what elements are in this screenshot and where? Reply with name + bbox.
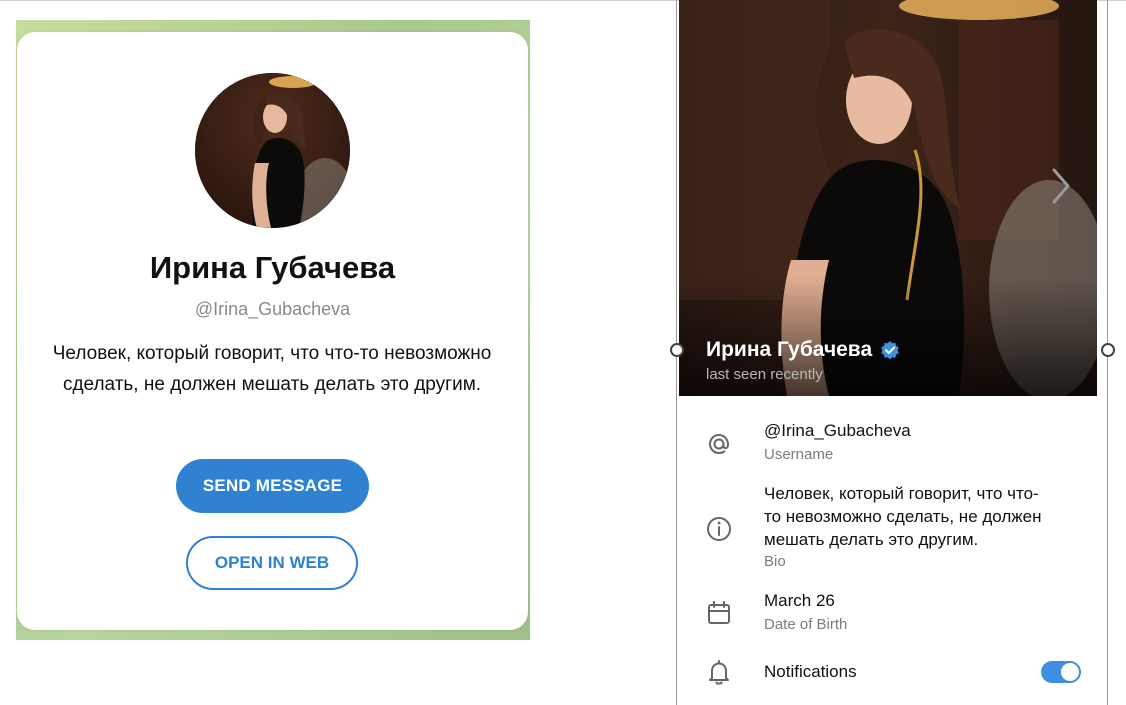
bio-line: то невозможно сделать, не должен: [764, 507, 1042, 526]
profile-name: Ирина Губачева: [149, 250, 396, 285]
last-seen-status: last seen recently: [706, 366, 823, 383]
resize-handle-left[interactable]: [670, 343, 684, 357]
profile-username: @Irina_Gubacheva: [194, 299, 351, 319]
profile-photo: [679, 0, 1097, 396]
bio-label: Bio: [764, 553, 786, 570]
resize-handle-right[interactable]: [1101, 343, 1115, 357]
send-message-button[interactable]: SEND MESSAGE: [176, 459, 369, 513]
at-sign-icon: [708, 433, 730, 455]
chevron-right-icon[interactable]: [1046, 164, 1076, 208]
panel-profile-name-row: Ирина Губачева: [706, 338, 900, 362]
bio-line: мешать делать это другим.: [764, 530, 979, 549]
info-circle-icon: [707, 517, 731, 541]
notifications-label: Notifications: [764, 662, 857, 681]
bell-icon: [709, 660, 729, 685]
birthday-value: March 26: [764, 591, 835, 610]
verified-badge-icon: [881, 341, 899, 360]
username-label: Username: [764, 446, 834, 463]
notifications-toggle[interactable]: [1041, 661, 1081, 683]
bio-line: Человек, который говорит, что что-: [764, 484, 1039, 503]
bio-value[interactable]: Человек, который говорит, что что- то не…: [764, 482, 1084, 551]
profile-bio: Человек, который говорит, что что-то нев…: [52, 343, 492, 395]
username-value[interactable]: @Irina_Gubacheva: [764, 421, 911, 441]
calendar-icon: [708, 601, 730, 624]
panel-profile-name: Ирина Губачева: [706, 338, 873, 361]
avatar: [195, 73, 350, 228]
birthday-label: Date of Birth: [764, 616, 848, 633]
open-in-web-button[interactable]: OPEN IN WEB: [186, 536, 358, 590]
